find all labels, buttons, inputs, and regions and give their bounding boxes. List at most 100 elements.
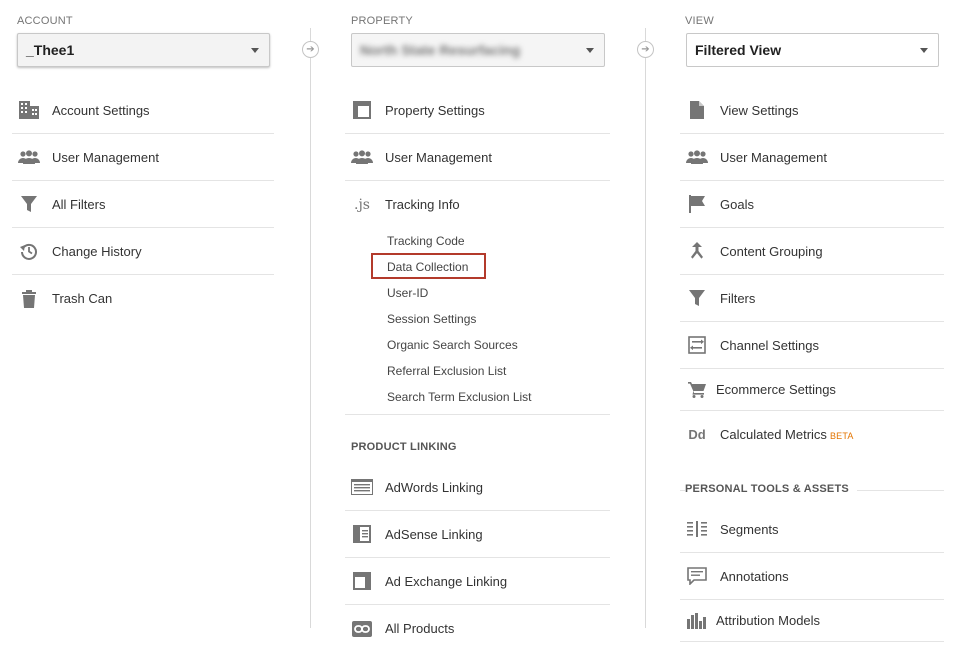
column-divider	[645, 28, 646, 628]
beta-badge: BETA	[829, 430, 854, 441]
calculated-metrics-item[interactable]: Dd Calculated Metrics BETA	[680, 411, 944, 457]
adwords-icon	[351, 476, 373, 498]
document-icon	[686, 99, 708, 121]
account-settings-label: Account Settings	[52, 102, 150, 118]
ad-exchange-linking-item[interactable]: Ad Exchange Linking	[345, 558, 610, 605]
change-history-label: Change History	[52, 243, 142, 259]
people-icon	[18, 146, 40, 168]
all-products-item[interactable]: All Products	[345, 605, 610, 652]
arrow-right-icon: ➔	[637, 41, 654, 58]
property-label: PROPERTY	[351, 15, 413, 27]
chevron-down-icon	[251, 48, 259, 53]
account-selector[interactable]: _Thee1	[17, 33, 270, 67]
property-settings-label: Property Settings	[385, 102, 485, 118]
all-filters-item[interactable]: All Filters	[12, 181, 274, 228]
adwords-linking-label: AdWords Linking	[385, 479, 484, 495]
annotations-item[interactable]: Annotations	[680, 553, 944, 600]
ecommerce-settings-label: Ecommerce Settings	[716, 382, 836, 397]
segments-label: Segments	[720, 521, 779, 537]
all-filters-label: All Filters	[52, 196, 106, 212]
trash-icon	[18, 288, 40, 310]
account-user-management-item[interactable]: User Management	[12, 134, 274, 181]
view-filters-label: Filters	[720, 290, 756, 306]
comment-icon	[686, 565, 708, 587]
ad-exchange-linking-label: Ad Exchange Linking	[385, 573, 508, 589]
trash-can-label: Trash Can	[52, 291, 113, 306]
chevron-down-icon	[920, 48, 928, 53]
property-user-management-label: User Management	[385, 149, 492, 165]
session-settings-link[interactable]: Session Settings	[387, 312, 476, 326]
account-label: ACCOUNT	[17, 15, 73, 27]
ecommerce-settings-item[interactable]: Ecommerce Settings	[680, 369, 944, 411]
column-divider	[310, 28, 311, 628]
building-icon	[18, 99, 40, 121]
product-linking-menu: AdWords Linking AdSense Linking Ad Excha…	[345, 464, 610, 652]
adwords-linking-item[interactable]: AdWords Linking	[345, 464, 610, 511]
goals-label: Goals	[720, 196, 754, 212]
merge-icon	[686, 240, 708, 262]
account-user-management-label: User Management	[52, 149, 159, 165]
calculated-metrics-text: Calculated Metrics BETA	[720, 427, 854, 442]
adsense-icon	[351, 523, 373, 545]
cart-icon	[686, 379, 708, 401]
adsense-linking-label: AdSense Linking	[385, 526, 483, 542]
change-history-item[interactable]: Change History	[12, 228, 274, 275]
account-selected: _Thee1	[26, 42, 75, 58]
tracking-info-label: Tracking Info	[385, 197, 460, 212]
annotations-label: Annotations	[720, 568, 789, 584]
property-column: PROPERTY North State Resurfacing Propert…	[345, 0, 610, 658]
tracking-info-item[interactable]: .js Tracking Info	[345, 181, 610, 228]
filter-icon	[686, 287, 708, 309]
segments-icon	[686, 518, 708, 540]
property-selector[interactable]: North State Resurfacing	[351, 33, 605, 67]
view-settings-label: View Settings	[720, 102, 799, 118]
channel-icon	[686, 334, 708, 356]
tracking-code-link[interactable]: Tracking Code	[387, 234, 465, 248]
property-user-management-item[interactable]: User Management	[345, 134, 610, 181]
flag-icon	[686, 193, 708, 215]
arrow-right-icon: ➔	[302, 41, 319, 58]
content-grouping-item[interactable]: Content Grouping	[680, 228, 944, 275]
organic-search-sources-link[interactable]: Organic Search Sources	[387, 338, 518, 352]
attribution-models-item[interactable]: Attribution Models	[680, 600, 944, 642]
segments-item[interactable]: Segments	[680, 506, 944, 553]
adexchange-icon	[351, 570, 373, 592]
personal-tools-heading: PERSONAL TOOLS & ASSETS	[685, 483, 857, 495]
account-menu: Account Settings User Management All Fil…	[12, 87, 274, 322]
section-divider	[345, 414, 610, 415]
product-linking-heading: PRODUCT LINKING	[351, 441, 457, 453]
view-label: VIEW	[685, 15, 714, 27]
property-settings-item[interactable]: Property Settings	[345, 87, 610, 134]
attribution-models-label: Attribution Models	[716, 613, 821, 628]
content-grouping-label: Content Grouping	[720, 243, 823, 259]
view-filters-item[interactable]: Filters	[680, 275, 944, 322]
property-selected: North State Resurfacing	[360, 42, 521, 58]
search-term-exclusion-list-link[interactable]: Search Term Exclusion List	[387, 390, 532, 404]
filter-icon	[18, 193, 40, 215]
layout-icon	[351, 99, 373, 121]
personal-tools-menu: Segments Annotations Attribution Models	[680, 506, 944, 642]
property-menu: Property Settings User Management .js Tr…	[345, 87, 610, 228]
js-icon: .js	[354, 196, 370, 213]
account-column: ACCOUNT _Thee1 Account Settings User Man…	[12, 0, 274, 658]
all-products-label: All Products	[385, 621, 455, 636]
goals-item[interactable]: Goals	[680, 181, 944, 228]
chevron-down-icon	[586, 48, 594, 53]
view-settings-item[interactable]: View Settings	[680, 87, 944, 134]
view-user-management-label: User Management	[720, 149, 827, 165]
people-icon	[351, 146, 373, 168]
user-id-link[interactable]: User-ID	[387, 286, 428, 300]
channel-settings-item[interactable]: Channel Settings	[680, 322, 944, 369]
referral-exclusion-list-link[interactable]: Referral Exclusion List	[387, 364, 506, 378]
view-user-management-item[interactable]: User Management	[680, 134, 944, 181]
history-icon	[18, 240, 40, 262]
bar-chart-icon	[686, 610, 708, 632]
calculated-metrics-label: Calculated Metrics	[720, 426, 827, 442]
view-selector[interactable]: Filtered View	[686, 33, 939, 67]
adsense-linking-item[interactable]: AdSense Linking	[345, 511, 610, 558]
data-collection-highlight	[371, 253, 486, 279]
link-icon	[351, 618, 373, 640]
trash-can-item[interactable]: Trash Can	[12, 275, 274, 322]
view-selected: Filtered View	[695, 42, 782, 58]
account-settings-item[interactable]: Account Settings	[12, 87, 274, 134]
